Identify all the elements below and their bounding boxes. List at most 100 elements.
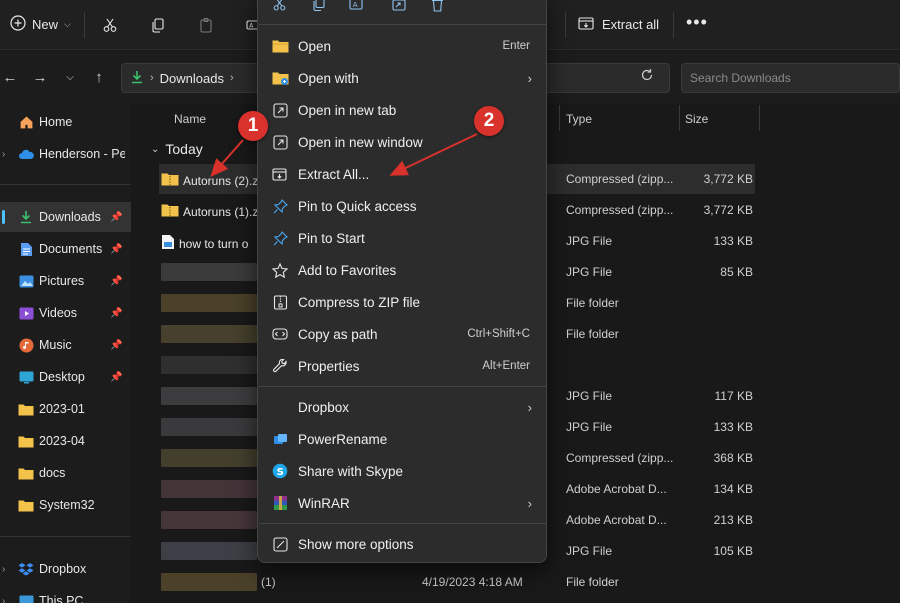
menu-item-powerrename[interactable]: PowerRename bbox=[262, 424, 544, 454]
table-row[interactable]: (1) 4/19/2023 4:18 AM File folder bbox=[159, 567, 755, 597]
sidebar-item-folder-docs[interactable]: docs bbox=[0, 458, 131, 488]
sidebar-item-folder-2023-01[interactable]: 2023-01 bbox=[0, 394, 131, 424]
submenu-chevron-icon: › bbox=[527, 399, 532, 415]
document-icon bbox=[18, 241, 34, 257]
download-icon bbox=[18, 209, 34, 225]
pin-icon[interactable]: 📌 bbox=[110, 308, 122, 319]
cut-icon[interactable] bbox=[269, 0, 289, 15]
file-size: 85 KB bbox=[720, 265, 753, 279]
toolbar-divider bbox=[673, 12, 674, 38]
chevron-right-icon[interactable]: › bbox=[2, 596, 5, 603]
group-label: Today bbox=[165, 141, 203, 157]
sidebar-item-desktop[interactable]: Desktop 📌 bbox=[0, 362, 131, 392]
recent-locations-chevron-icon[interactable]: ⌵ bbox=[60, 67, 80, 87]
pin-icon[interactable]: 📌 bbox=[110, 340, 122, 351]
menu-item-add-to-favorites[interactable]: Add to Favorites bbox=[262, 255, 544, 285]
pin-icon[interactable]: 📌 bbox=[110, 372, 122, 383]
sidebar-item-label: 2023-04 bbox=[39, 434, 85, 448]
file-type: Compressed (zipp... bbox=[566, 172, 674, 186]
column-header-size[interactable]: Size bbox=[685, 112, 708, 126]
copy-icon[interactable] bbox=[145, 12, 171, 38]
dropbox-icon bbox=[18, 561, 34, 577]
rename-icon[interactable]: A bbox=[347, 0, 367, 15]
back-arrow-icon[interactable]: ← bbox=[0, 67, 20, 87]
chevron-right-icon[interactable]: › bbox=[2, 149, 5, 160]
delete-icon[interactable] bbox=[427, 0, 447, 15]
menu-item-label: Add to Favorites bbox=[298, 262, 397, 278]
copy-icon[interactable] bbox=[309, 0, 329, 15]
callout-badge-2: 2 bbox=[474, 106, 504, 136]
sidebar-item-label: Dropbox bbox=[39, 562, 87, 576]
file-date: 4/19/2023 4:18 AM bbox=[422, 575, 523, 589]
forward-arrow-icon[interactable]: → bbox=[30, 67, 50, 87]
shortcut-hint: Alt+Enter bbox=[482, 360, 530, 372]
new-button[interactable]: New ⌵ bbox=[4, 10, 77, 38]
redacted-file-name bbox=[161, 480, 257, 498]
menu-item-dropbox[interactable]: Dropbox › bbox=[262, 392, 544, 422]
file-size: 134 KB bbox=[713, 482, 753, 496]
extract-all-button[interactable]: Extract all bbox=[578, 10, 659, 38]
zip-folder-icon bbox=[161, 203, 179, 220]
redacted-file-name bbox=[161, 449, 261, 467]
column-divider[interactable] bbox=[559, 105, 560, 131]
file-type: File folder bbox=[566, 575, 619, 589]
column-header-name[interactable]: Name bbox=[174, 112, 206, 126]
chevron-right-icon[interactable]: › bbox=[2, 564, 5, 575]
sidebar-item-music[interactable]: Music 📌 bbox=[0, 330, 131, 360]
redacted-file-name bbox=[161, 387, 257, 405]
menu-item-copy-as-path[interactable]: Copy as path Ctrl+Shift+C bbox=[262, 319, 544, 349]
cut-icon[interactable] bbox=[97, 12, 123, 38]
pin-icon[interactable]: 📌 bbox=[110, 244, 122, 255]
menu-item-label: PowerRename bbox=[298, 431, 388, 447]
search-input[interactable] bbox=[690, 71, 899, 85]
more-options-button[interactable]: ••• bbox=[686, 12, 708, 32]
sidebar-item-folder-2023-04[interactable]: 2023-04 bbox=[0, 426, 131, 456]
menu-item-open-in-new-window[interactable]: Open in new window bbox=[262, 127, 544, 157]
sidebar-item-dropbox[interactable]: › Dropbox bbox=[0, 554, 131, 584]
menu-item-show-more-options[interactable]: Show more options bbox=[262, 529, 544, 559]
menu-item-compress-to-zip[interactable]: Compress to ZIP file bbox=[262, 287, 544, 317]
redacted-file-name bbox=[161, 325, 261, 343]
folder-icon bbox=[18, 401, 34, 417]
menu-item-winrar[interactable]: WinRAR › bbox=[262, 488, 544, 518]
search-box[interactable] bbox=[681, 63, 900, 93]
menu-item-pin-to-start[interactable]: Pin to Start bbox=[262, 223, 544, 253]
file-type: Compressed (zipp... bbox=[566, 203, 674, 217]
winrar-icon bbox=[271, 494, 289, 512]
menu-item-open-with[interactable]: Open with › bbox=[262, 63, 544, 93]
menu-item-pin-to-quick-access[interactable]: Pin to Quick access bbox=[262, 191, 544, 221]
up-arrow-icon[interactable]: ↑ bbox=[89, 67, 109, 87]
group-header-today[interactable]: ⌄ Today bbox=[151, 141, 203, 157]
video-icon bbox=[18, 305, 34, 321]
file-size: 3,772 KB bbox=[703, 172, 753, 186]
wrench-icon bbox=[271, 357, 289, 375]
menu-item-open[interactable]: Open Enter bbox=[262, 31, 544, 61]
breadcrumb-chevron-icon: › bbox=[230, 72, 234, 84]
sidebar-item-label: This PC bbox=[39, 594, 84, 603]
zip-folder-icon bbox=[161, 172, 179, 189]
menu-item-properties[interactable]: Properties Alt+Enter bbox=[262, 351, 544, 381]
onedrive-icon bbox=[18, 146, 34, 162]
column-header-type[interactable]: Type bbox=[566, 112, 592, 126]
sidebar-item-folder-system32[interactable]: System32 bbox=[0, 490, 131, 520]
sidebar-item-documents[interactable]: Documents 📌 bbox=[0, 234, 131, 264]
paste-icon[interactable] bbox=[193, 12, 219, 38]
sidebar-item-this-pc[interactable]: › This PC bbox=[0, 586, 131, 603]
refresh-icon[interactable] bbox=[640, 68, 654, 85]
pin-icon[interactable]: 📌 bbox=[110, 276, 122, 287]
sidebar-item-videos[interactable]: Videos 📌 bbox=[0, 298, 131, 328]
breadcrumb-chevron-icon: › bbox=[150, 72, 154, 84]
breadcrumb-downloads[interactable]: Downloads bbox=[160, 71, 224, 86]
sidebar-item-downloads[interactable]: Downloads 📌 bbox=[0, 202, 131, 232]
extract-archive-icon bbox=[578, 15, 596, 34]
sidebar-divider bbox=[0, 536, 131, 537]
sidebar-item-pictures[interactable]: Pictures 📌 bbox=[0, 266, 131, 296]
column-divider[interactable] bbox=[759, 105, 760, 131]
column-divider[interactable] bbox=[679, 105, 680, 131]
menu-item-share-with-skype[interactable]: S Share with Skype bbox=[262, 456, 544, 486]
pin-icon[interactable]: 📌 bbox=[110, 212, 122, 223]
menu-item-extract-all[interactable]: Extract All... bbox=[262, 159, 544, 189]
sidebar-item-onedrive[interactable]: › Henderson - Per bbox=[0, 139, 131, 169]
sidebar-item-home[interactable]: Home bbox=[0, 107, 131, 137]
share-icon[interactable] bbox=[389, 0, 409, 15]
